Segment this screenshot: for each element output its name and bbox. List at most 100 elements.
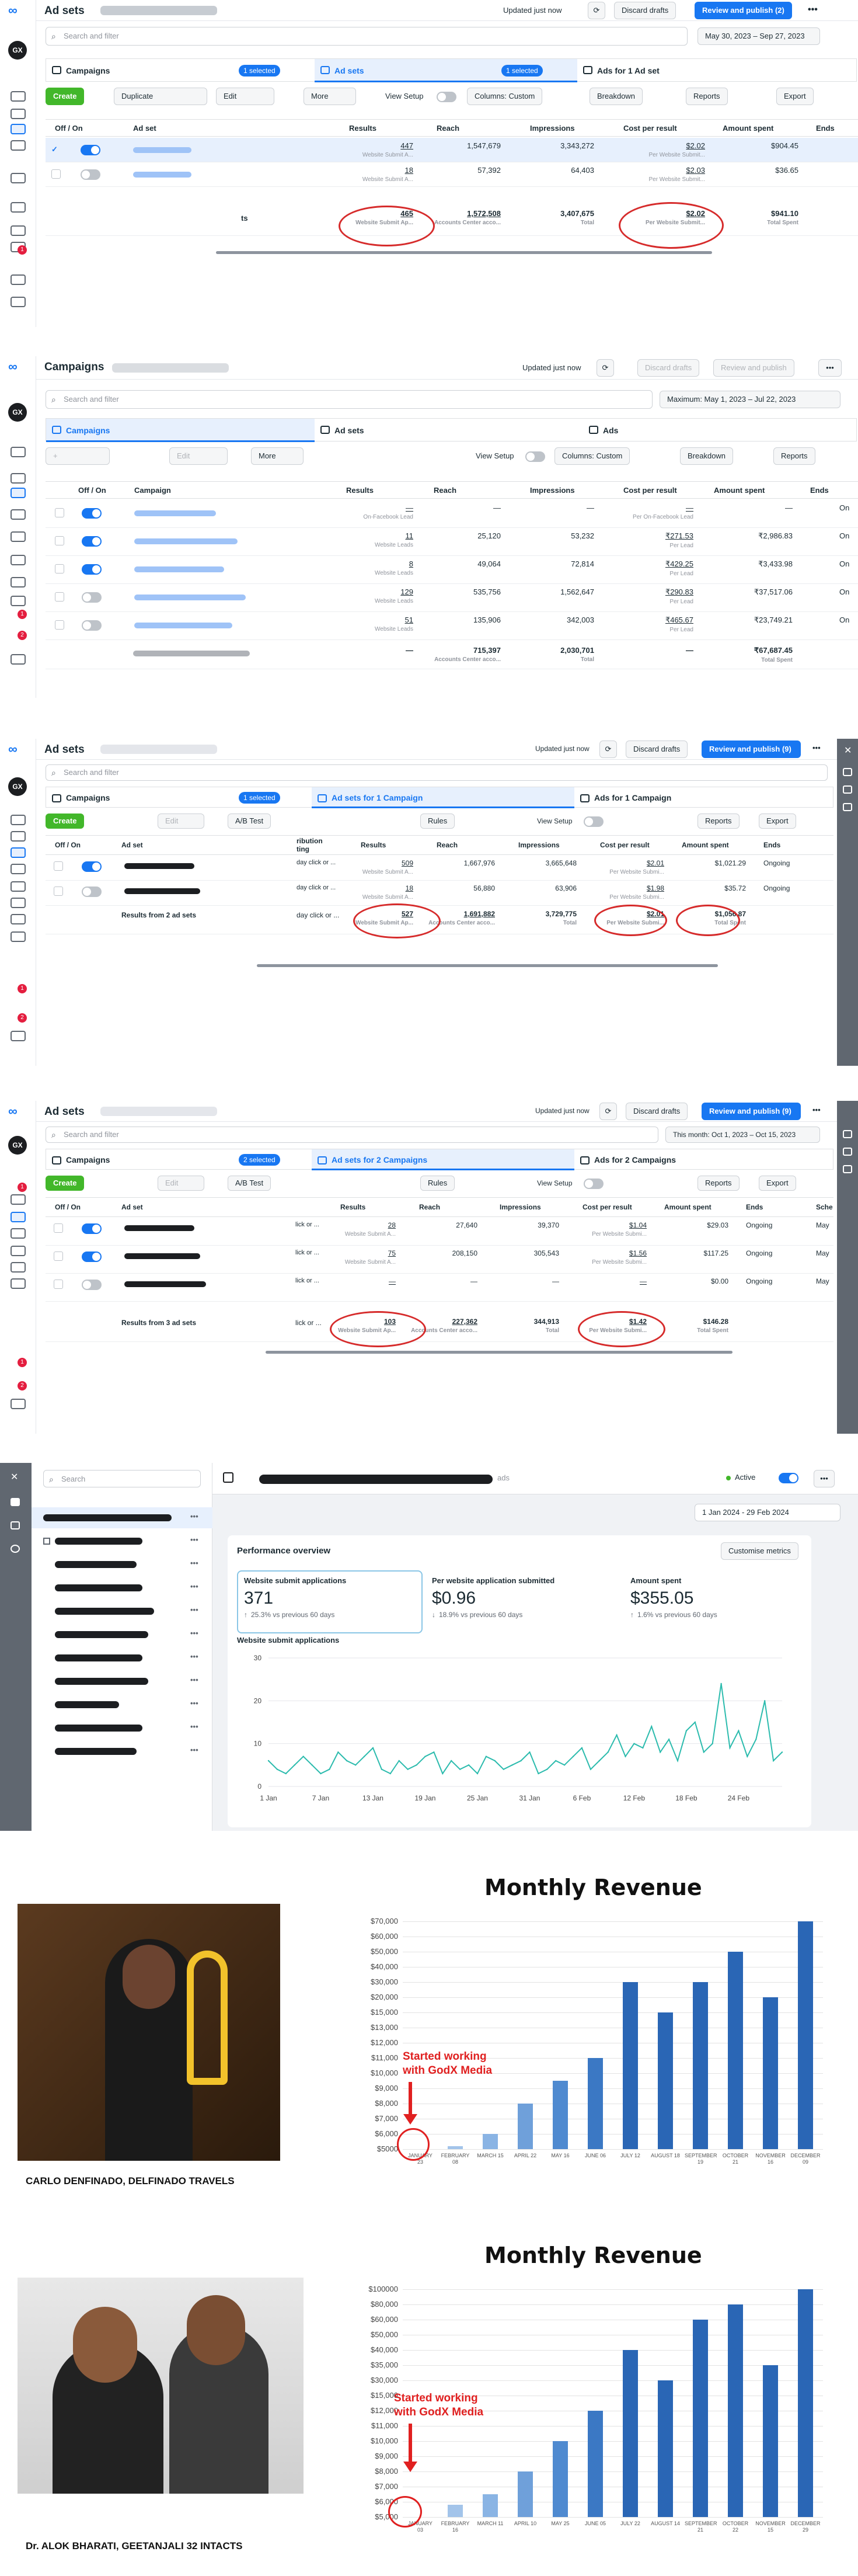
catalog-icon[interactable] <box>11 555 26 565</box>
header-adset[interactable]: Ad set <box>121 1203 143 1211</box>
adset-name-redacted[interactable] <box>124 1225 194 1231</box>
breakdown-button[interactable]: Breakdown <box>590 88 643 105</box>
header-impressions[interactable]: Impressions <box>500 1203 541 1211</box>
table-row[interactable]: ✓ 447 Website Submit A... 1,547,679 3,343… <box>46 138 858 162</box>
close-icon[interactable]: ✕ <box>11 1471 18 1483</box>
reports-button[interactable]: Reports <box>773 447 815 465</box>
table-row[interactable]: lick or ... — — — — $0.00 Ongoing May <box>46 1274 833 1302</box>
view-setup-toggle[interactable] <box>525 451 545 462</box>
row-toggle[interactable] <box>82 564 102 575</box>
edit-icon[interactable] <box>843 1148 852 1156</box>
more-options-icon[interactable]: ••• <box>190 1652 198 1661</box>
row-checkbox[interactable] <box>55 564 64 573</box>
table-icon[interactable] <box>11 124 26 134</box>
header-campaign[interactable]: Campaign <box>134 486 171 495</box>
account-avatar[interactable]: GX <box>8 777 27 796</box>
more-button[interactable]: More <box>251 447 304 465</box>
row-checkbox[interactable] <box>54 887 63 896</box>
header-results[interactable]: Results <box>346 486 374 495</box>
view-setup-toggle[interactable] <box>584 1179 604 1189</box>
horizontal-scrollbar[interactable] <box>257 964 718 967</box>
metric-card[interactable]: Amount spent $355.05 ↑ 1.6% vs previous 60 … <box>630 1576 805 1629</box>
list-item[interactable]: ••• <box>32 1531 212 1552</box>
metric-card[interactable]: Per website application submitted $0.96 ↓ 1… <box>432 1576 607 1629</box>
more-options-icon[interactable]: ••• <box>190 1512 198 1521</box>
export-button[interactable]: Export <box>759 1176 796 1191</box>
more-options-icon[interactable]: ••• <box>812 743 821 752</box>
header-ends[interactable]: Ends <box>746 1203 763 1211</box>
checkmark-icon[interactable]: ✓ <box>51 145 58 154</box>
header-impressions[interactable]: Impressions <box>518 841 560 849</box>
header-attribution[interactable]: ribution ting <box>297 837 323 853</box>
adset-name-redacted[interactable] <box>124 1253 200 1259</box>
table-row[interactable]: 129 Website Leads 535,756 1,562,647 ₹290.83 P… <box>46 584 858 612</box>
tab-campaigns[interactable]: Campaigns <box>46 419 315 442</box>
account-avatar[interactable]: GX <box>8 403 27 422</box>
header-offon[interactable]: Off / On <box>55 124 83 133</box>
list-item[interactable]: ••• <box>32 1507 212 1528</box>
item-name-redacted[interactable] <box>55 1678 148 1685</box>
sidebar-toggle-icon[interactable] <box>223 1472 233 1483</box>
adset-name-redacted[interactable] <box>133 172 191 178</box>
audience-icon[interactable] <box>11 1228 26 1239</box>
create-button[interactable]: Create <box>46 88 85 105</box>
people-icon[interactable] <box>11 531 26 542</box>
header-cpr[interactable]: Cost per result <box>583 1203 632 1211</box>
breakdown-button[interactable]: Breakdown <box>680 447 734 465</box>
more-button[interactable]: More <box>304 88 356 105</box>
item-name-redacted[interactable] <box>55 1725 142 1732</box>
campaigns-icon[interactable] <box>11 831 26 842</box>
item-name-redacted[interactable] <box>55 1584 142 1591</box>
edit-icon[interactable] <box>843 785 852 794</box>
header-impressions[interactable]: Impressions <box>530 124 575 133</box>
list-item[interactable]: ••• <box>32 1647 212 1668</box>
home-icon[interactable] <box>11 447 26 457</box>
row-checkbox[interactable] <box>51 169 61 179</box>
header-cpr[interactable]: Cost per result <box>623 486 677 495</box>
campaign-name-redacted[interactable] <box>134 566 224 572</box>
header-offon[interactable]: Off / On <box>55 841 81 849</box>
more-options-icon[interactable]: ••• <box>190 1629 198 1638</box>
account-avatar[interactable]: GX <box>8 1136 27 1155</box>
header-results[interactable]: Results <box>340 1203 365 1211</box>
date-range-picker[interactable]: 1 Jan 2024 - 29 Feb 2024 <box>695 1504 840 1521</box>
home-icon[interactable] <box>11 1194 26 1205</box>
adset-name-redacted[interactable] <box>124 888 200 894</box>
events-icon[interactable] <box>11 225 26 236</box>
selected-count-badge[interactable]: 2 selected <box>239 1154 280 1166</box>
more-options-icon[interactable]: ••• <box>190 1605 198 1614</box>
header-adset[interactable]: Ad set <box>121 841 143 849</box>
row-toggle[interactable] <box>82 861 102 872</box>
row-toggle[interactable] <box>82 592 102 603</box>
more-options-icon[interactable]: ••• <box>812 1106 821 1114</box>
header-spent[interactable]: Amount spent <box>664 1203 711 1211</box>
audience-icon[interactable] <box>11 140 26 151</box>
search-input[interactable]: ⌕ Search and filter <box>46 27 688 46</box>
campaigns-icon[interactable] <box>11 473 26 484</box>
duplicate-button[interactable]: Duplicate <box>114 88 207 105</box>
catalog-icon[interactable] <box>11 898 26 908</box>
catalog-icon[interactable] <box>11 1262 26 1273</box>
review-publish-button[interactable]: Review and publish (9) <box>702 1103 801 1120</box>
metric-card[interactable]: Website submit applications 371 ↑ 25.3% vs … <box>244 1576 419 1629</box>
campaigns-icon[interactable] <box>11 109 26 119</box>
tab-ads[interactable]: Ads for 1 Ad set <box>577 59 857 82</box>
row-toggle[interactable] <box>82 1280 102 1290</box>
refresh-button[interactable]: ⟳ <box>599 1103 617 1120</box>
table-row[interactable]: 51 Website Leads 135,906 342,003 ₹465.67 Per … <box>46 612 858 640</box>
list-item[interactable]: ••• <box>32 1601 212 1622</box>
table-row[interactable]: 8 Website Leads 49,064 72,814 ₹429.25 Per Lea… <box>46 556 858 584</box>
header-reach[interactable]: Reach <box>419 1203 440 1211</box>
list-item[interactable]: ••• <box>32 1741 212 1762</box>
history-icon[interactable] <box>843 1165 852 1173</box>
table-row[interactable]: day click or ... 18 Website Submit A... 56,… <box>46 881 833 906</box>
date-range-picker[interactable]: May 30, 2023 – Sep 27, 2023 <box>697 27 820 45</box>
item-name-redacted[interactable] <box>55 1608 154 1615</box>
row-toggle[interactable] <box>81 169 100 180</box>
audience-icon[interactable] <box>11 509 26 520</box>
create-button[interactable]: Create <box>46 814 85 829</box>
export-button[interactable]: Export <box>759 814 796 829</box>
header-adset[interactable]: Ad set <box>133 124 156 133</box>
table-row[interactable]: 18 Website Submit A... 57,392 64,403 $2.0… <box>46 162 858 187</box>
home-icon[interactable] <box>11 91 26 102</box>
